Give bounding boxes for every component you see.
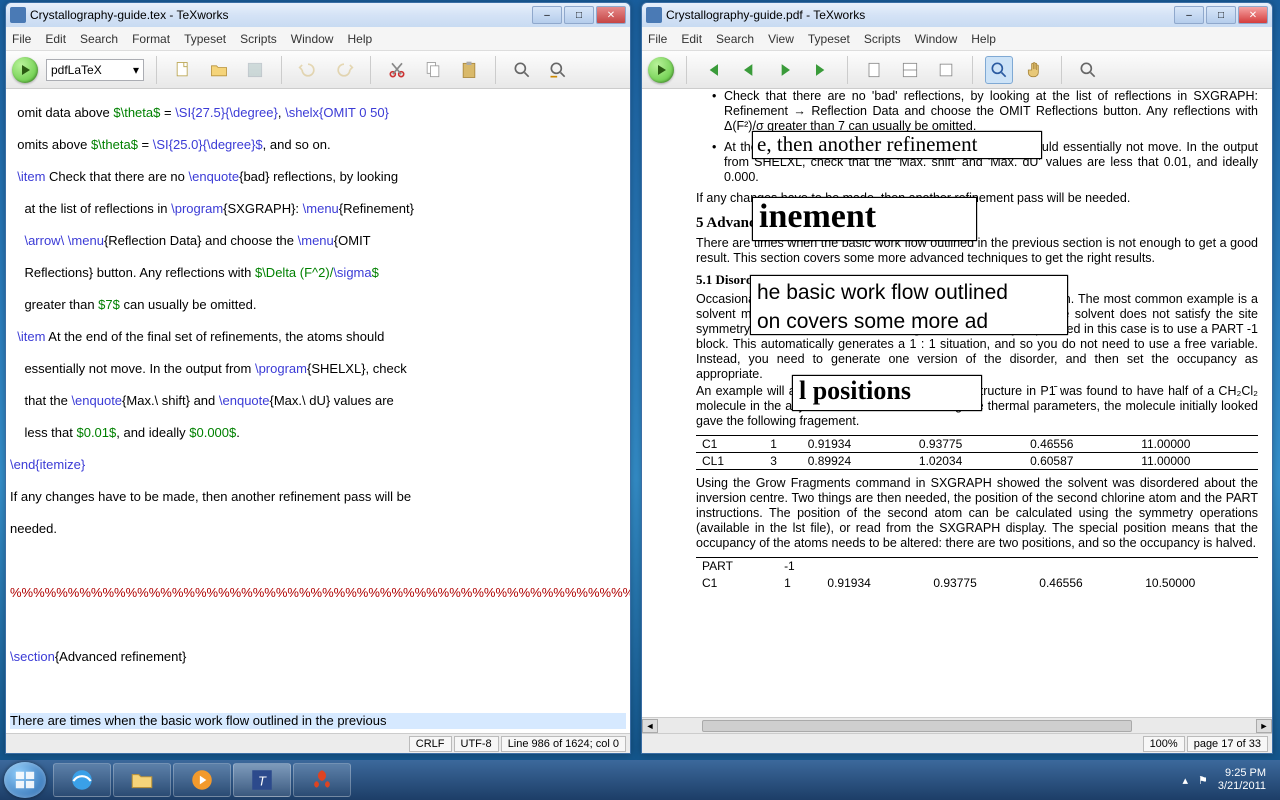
start-button[interactable] [4, 762, 46, 798]
task-texworks[interactable]: T [233, 763, 291, 797]
horizontal-scrollbar[interactable]: ◄ ► [642, 717, 1272, 733]
editor-window: Crystallography-guide.tex - TeXworks – □… [5, 2, 631, 754]
menu-typeset[interactable]: Typeset [808, 32, 850, 46]
toolbar: pdfLaTeX▾ [6, 51, 630, 89]
task-explorer[interactable] [113, 763, 171, 797]
statusbar: CRLF UTF-8 Line 986 of 1624; col 0 [6, 733, 630, 753]
fit-width-icon[interactable] [896, 56, 924, 84]
atom-table-1: C110.919340.937750.4655611.00000CL130.89… [696, 435, 1258, 471]
flag-icon[interactable]: ⚑ [1198, 774, 1208, 787]
source-editor[interactable]: omit data above $\theta$ = \SI{27.5}{\de… [6, 89, 630, 733]
cut-icon[interactable] [383, 56, 411, 84]
titlebar[interactable]: Crystallography-guide.pdf - TeXworks – □… [642, 3, 1272, 27]
menu-edit[interactable]: Edit [681, 32, 702, 46]
new-icon[interactable] [169, 56, 197, 84]
menu-edit[interactable]: Edit [45, 32, 66, 46]
pdf-viewer[interactable]: Check that there are no 'bad' reflection… [642, 89, 1272, 733]
statusbar: 100% page 17 of 33 [642, 733, 1272, 753]
task-app[interactable] [293, 763, 351, 797]
magnify-icon[interactable] [985, 56, 1013, 84]
menu-help[interactable]: Help [347, 32, 372, 46]
window-title: Crystallography-guide.tex - TeXworks [30, 8, 532, 22]
magnifier-overlay: he basic work flow outlinedon covers som… [750, 275, 1068, 335]
find-icon[interactable] [508, 56, 536, 84]
clock[interactable]: 9:25 PM 3/21/2011 [1218, 767, 1266, 792]
save-icon[interactable] [241, 56, 269, 84]
menu-search[interactable]: Search [80, 32, 118, 46]
hand-icon[interactable] [1021, 56, 1049, 84]
paste-icon[interactable] [455, 56, 483, 84]
app-icon [10, 7, 26, 23]
redo-icon[interactable] [330, 56, 358, 84]
status-pos: Line 986 of 1624; col 0 [501, 736, 626, 752]
menubar: File Edit Search View Typeset Scripts Wi… [642, 27, 1272, 51]
find-icon[interactable] [1074, 56, 1102, 84]
toolbar [642, 51, 1272, 89]
minimize-button[interactable]: – [1174, 6, 1204, 24]
first-page-icon[interactable] [699, 56, 727, 84]
menu-scripts[interactable]: Scripts [240, 32, 277, 46]
system-tray[interactable]: ▴ ⚑ 9:25 PM 3/21/2011 [1182, 767, 1276, 792]
undo-icon[interactable] [294, 56, 322, 84]
zoom-level[interactable]: 100% [1143, 736, 1185, 752]
close-button[interactable]: ✕ [596, 6, 626, 24]
open-icon[interactable] [205, 56, 233, 84]
next-page-icon[interactable] [771, 56, 799, 84]
task-wmp[interactable] [173, 763, 231, 797]
copy-icon[interactable] [419, 56, 447, 84]
menu-file[interactable]: File [648, 32, 667, 46]
task-ie[interactable] [53, 763, 111, 797]
tray-arrow-icon[interactable]: ▴ [1182, 774, 1188, 787]
menu-window[interactable]: Window [915, 32, 958, 46]
actual-size-icon[interactable] [860, 56, 888, 84]
menu-file[interactable]: File [12, 32, 31, 46]
menu-help[interactable]: Help [971, 32, 996, 46]
status-enc[interactable]: UTF-8 [454, 736, 499, 752]
menu-window[interactable]: Window [291, 32, 334, 46]
page-indicator[interactable]: page 17 of 33 [1187, 736, 1268, 752]
maximize-button[interactable]: □ [1206, 6, 1236, 24]
app-icon [646, 7, 662, 23]
status-crlf[interactable]: CRLF [409, 736, 452, 752]
magnifier-overlay: e, then another refinement [752, 131, 1042, 159]
pdf-window: Crystallography-guide.pdf - TeXworks – □… [641, 2, 1273, 754]
typeset-button[interactable] [648, 57, 674, 83]
engine-combo[interactable]: pdfLaTeX▾ [46, 59, 144, 81]
titlebar[interactable]: Crystallography-guide.tex - TeXworks – □… [6, 3, 630, 27]
menu-view[interactable]: View [768, 32, 794, 46]
svg-text:T: T [258, 773, 267, 788]
menubar: File Edit Search Format Typeset Scripts … [6, 27, 630, 51]
magnifier-overlay: l positions [792, 375, 982, 411]
magnifier-overlay: inement [752, 197, 977, 241]
typeset-button[interactable] [12, 57, 38, 83]
menu-typeset[interactable]: Typeset [184, 32, 226, 46]
last-page-icon[interactable] [807, 56, 835, 84]
menu-search[interactable]: Search [716, 32, 754, 46]
close-button[interactable]: ✕ [1238, 6, 1268, 24]
taskbar[interactable]: T ▴ ⚑ 9:25 PM 3/21/2011 [0, 760, 1280, 800]
maximize-button[interactable]: □ [564, 6, 594, 24]
fit-window-icon[interactable] [932, 56, 960, 84]
menu-scripts[interactable]: Scripts [864, 32, 901, 46]
replace-icon[interactable] [544, 56, 572, 84]
window-title: Crystallography-guide.pdf - TeXworks [666, 8, 1174, 22]
prev-page-icon[interactable] [735, 56, 763, 84]
menu-format[interactable]: Format [132, 32, 170, 46]
atom-table-2: PART-1C110.919340.937750.4655610.50000 [696, 557, 1258, 591]
minimize-button[interactable]: – [532, 6, 562, 24]
